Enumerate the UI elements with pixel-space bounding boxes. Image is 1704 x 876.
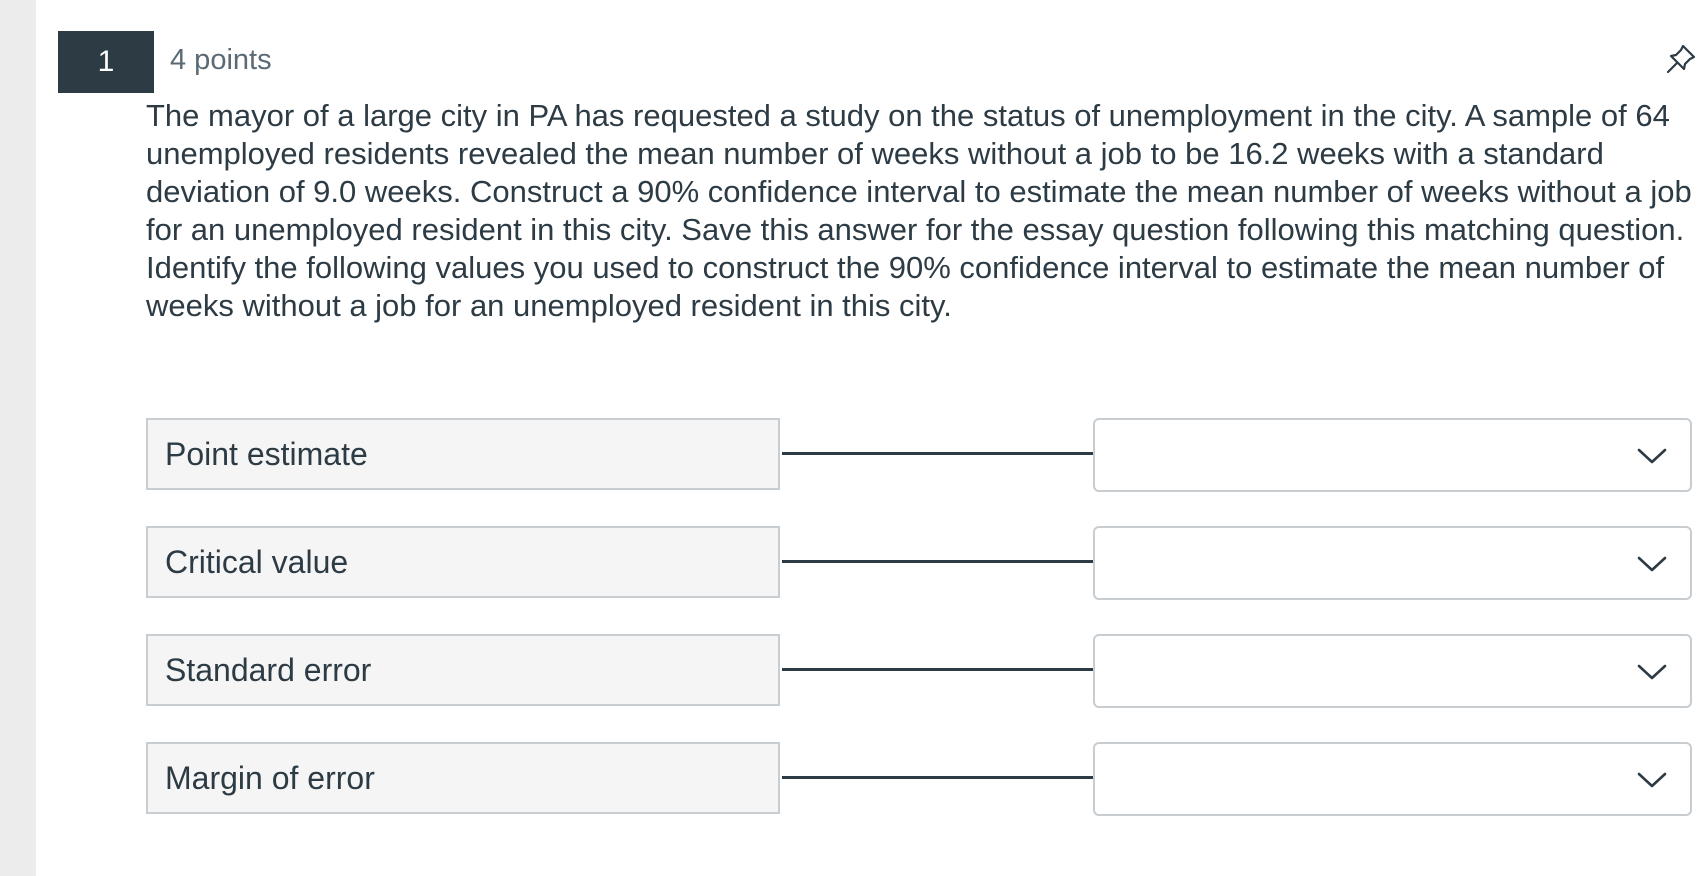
match-row-margin-of-error: Margin of error: [146, 742, 1692, 818]
pin-icon[interactable]: [1662, 40, 1700, 78]
match-connector-line: [782, 560, 1093, 563]
match-label: Margin of error: [146, 742, 780, 814]
question-number: 1: [97, 45, 115, 78]
chevron-down-icon: [1637, 772, 1667, 788]
question-stem: The mayor of a large city in PA has requ…: [146, 98, 1692, 247]
match-row-standard-error: Standard error: [146, 634, 1692, 710]
match-row-critical-value: Critical value: [146, 526, 1692, 602]
match-label: Critical value: [146, 526, 780, 598]
question-instruction: Identify the following values you used t…: [146, 250, 1665, 323]
match-connector-line: [782, 452, 1093, 455]
match-dropdown[interactable]: [1093, 742, 1692, 816]
quiz-page: 1 4 points The mayor of a large city in …: [36, 0, 1704, 876]
match-label: Standard error: [146, 634, 780, 706]
chevron-down-icon: [1637, 448, 1667, 464]
question-text: The mayor of a large city in PA has requ…: [146, 97, 1704, 325]
match-label: Point estimate: [146, 418, 780, 490]
match-connector-line: [782, 668, 1093, 671]
match-row-point-estimate: Point estimate: [146, 418, 1692, 494]
question-points: 4 points: [170, 44, 272, 76]
match-dropdown[interactable]: [1093, 634, 1692, 708]
match-dropdown[interactable]: [1093, 526, 1692, 600]
chevron-down-icon: [1637, 664, 1667, 680]
match-dropdown[interactable]: [1093, 418, 1692, 492]
match-connector-line: [782, 776, 1093, 779]
question-number-badge: 1: [58, 31, 154, 93]
chevron-down-icon: [1637, 556, 1667, 572]
